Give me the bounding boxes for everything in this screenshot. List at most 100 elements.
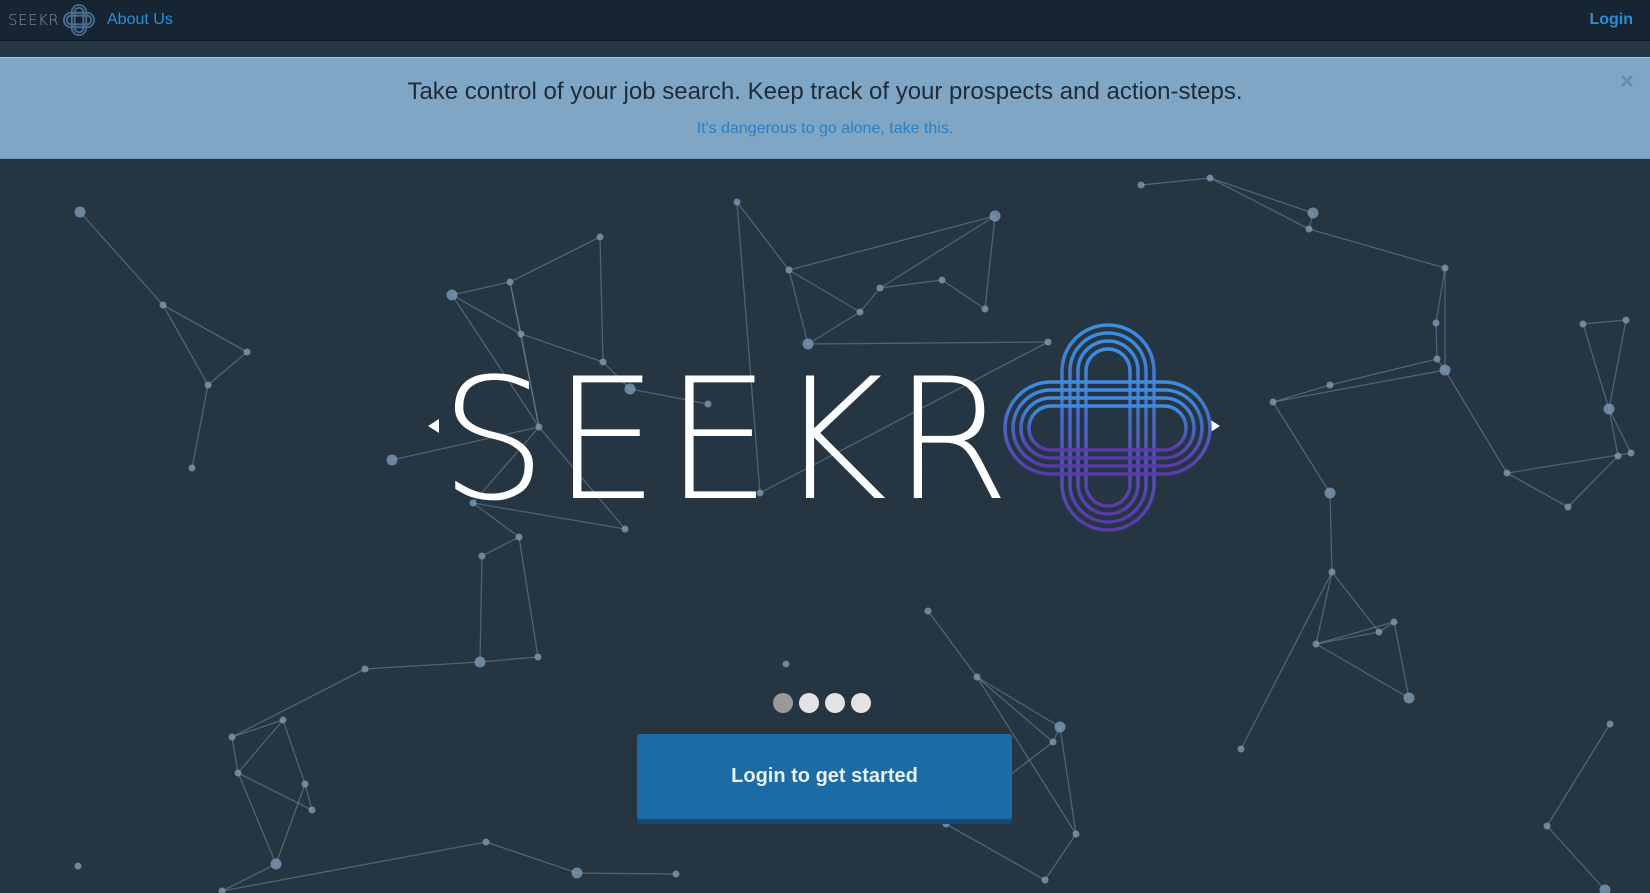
network-edge: [1608, 319, 1627, 410]
network-edge: [576, 872, 677, 875]
network-edge: [879, 215, 996, 289]
network-node: [301, 780, 309, 788]
network-node: [1269, 398, 1277, 406]
network-edge: [879, 279, 943, 289]
network-edge: [1240, 571, 1333, 750]
network-node: [1324, 487, 1336, 499]
network-edge: [927, 610, 978, 678]
caret-left-icon[interactable]: [428, 419, 439, 433]
network-node: [785, 266, 793, 274]
network-node: [1305, 225, 1313, 233]
network-edge: [509, 236, 601, 283]
network-node: [1375, 628, 1383, 636]
network-node: [74, 206, 86, 218]
hero-logo: SEEKR: [440, 320, 1212, 540]
network-node: [474, 656, 486, 668]
network-node: [596, 233, 604, 241]
network-edge: [1140, 177, 1211, 186]
carousel-dot[interactable]: [825, 693, 845, 713]
network-edge: [221, 863, 277, 892]
close-icon[interactable]: ×: [1620, 70, 1634, 94]
network-edge: [237, 772, 277, 865]
banner-subtext: It's dangerous to go alone, take this.: [696, 120, 954, 137]
network-node: [228, 733, 236, 741]
network-edge: [485, 841, 578, 874]
network-node: [478, 552, 486, 560]
network-edge: [1209, 177, 1310, 230]
network-edge: [221, 841, 487, 892]
network-node: [1564, 503, 1572, 511]
network-edge: [282, 719, 306, 785]
network-node: [1403, 692, 1415, 704]
network-node: [1390, 618, 1398, 626]
celtic-knot-logo-icon: [1003, 323, 1212, 532]
network-node: [571, 867, 583, 879]
network-node: [856, 308, 864, 316]
network-node: [1439, 364, 1451, 376]
network-edge: [1044, 833, 1077, 881]
network-edge: [1582, 319, 1627, 325]
network-node: [270, 858, 282, 870]
network-node: [446, 289, 458, 301]
knot-logo-icon: [63, 3, 96, 37]
network-node: [782, 660, 790, 668]
nav-brand[interactable]: SEEKR: [8, 2, 97, 38]
network-node: [482, 838, 490, 846]
network-node: [981, 305, 989, 313]
network-node: [1432, 319, 1440, 327]
network-node: [672, 870, 680, 878]
network-edge: [79, 211, 164, 306]
network-node: [1072, 830, 1080, 838]
network-edge: [1444, 369, 1508, 474]
network-node: [1137, 181, 1145, 189]
carousel-indicators: [773, 693, 871, 713]
network-edge: [1506, 452, 1632, 474]
top-navbar: SEEKR About Us Login: [0, 0, 1650, 41]
network-edge: [1546, 723, 1611, 827]
network-edge: [1435, 267, 1446, 324]
network-node: [308, 806, 316, 814]
network-node: [1307, 207, 1319, 219]
network-node: [942, 820, 950, 828]
carousel-dot[interactable]: [773, 693, 793, 713]
network-node: [1606, 720, 1614, 728]
network-edge: [1567, 455, 1619, 508]
network-edge: [1608, 408, 1632, 454]
carousel-dot[interactable]: [851, 693, 871, 713]
network-node: [243, 348, 251, 356]
network-node: [1579, 320, 1587, 328]
network-node: [1049, 738, 1057, 746]
network-node: [1503, 469, 1511, 477]
network-node: [1237, 745, 1245, 753]
network-node: [1441, 264, 1449, 272]
network-edge: [231, 736, 239, 774]
network-edge: [1329, 492, 1333, 573]
network-edge: [479, 656, 539, 663]
login-to-get-started-button[interactable]: Login to get started: [637, 734, 1012, 819]
intro-banner: Take control of your job search. Keep tr…: [0, 57, 1650, 159]
nav-brand-text: SEEKR: [8, 11, 60, 29]
network-edge: [207, 351, 248, 386]
network-edge: [945, 823, 1046, 881]
network-edge: [859, 287, 881, 313]
network-edge: [1272, 369, 1446, 403]
network-edge: [451, 281, 511, 296]
network-edge: [976, 676, 1061, 728]
login-link[interactable]: Login: [1589, 11, 1633, 29]
network-edge: [1315, 571, 1333, 645]
network-node: [733, 198, 741, 206]
network-edge: [304, 783, 313, 811]
network-node: [74, 862, 82, 870]
network-edge: [1435, 322, 1438, 360]
network-node: [361, 665, 369, 673]
hero-logo-text: SEEKR: [440, 342, 1016, 538]
network-node: [989, 210, 1001, 222]
network-edge: [1393, 621, 1410, 699]
network-node: [1054, 721, 1066, 733]
about-us-link[interactable]: About Us: [107, 11, 173, 29]
network-edge: [788, 269, 861, 313]
carousel-dot[interactable]: [799, 693, 819, 713]
network-edge: [1209, 177, 1314, 214]
network-edge: [941, 279, 986, 310]
network-edge: [1546, 825, 1606, 891]
